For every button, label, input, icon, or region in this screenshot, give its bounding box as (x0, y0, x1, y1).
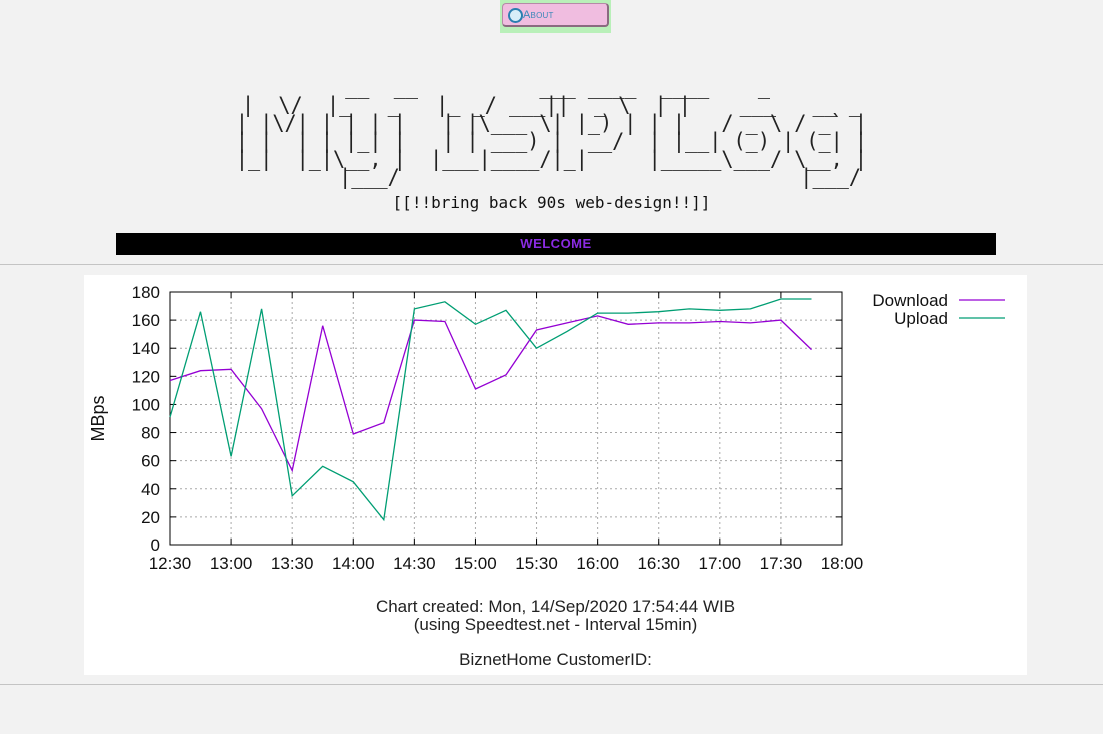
y-tick-label: 140 (132, 339, 160, 358)
plot-frame (169, 291, 843, 546)
x-tick-label: 14:00 (332, 554, 375, 573)
y-tick-label: 60 (141, 452, 160, 471)
y-tick-label: 0 (151, 536, 160, 555)
y-tick-label: 20 (141, 508, 160, 527)
about-button-container: About (500, 0, 611, 33)
x-tick-label: 17:30 (760, 554, 803, 573)
y-axis-label: MBps (88, 395, 108, 441)
customer-id-caption: BiznetHome CustomerID: (459, 650, 652, 669)
x-tick-label: 14:30 (393, 554, 436, 573)
x-tick-label: 15:30 (515, 554, 558, 573)
x-tick-label: 17:00 (699, 554, 742, 573)
about-button[interactable]: About (502, 3, 609, 27)
chart-panel: 0 20 40 60 80 100 120 140 160 180 12:30 13:00 13:30 1… (84, 275, 1027, 675)
radio-circle-icon (508, 8, 523, 23)
x-tick-label: 13:00 (210, 554, 253, 573)
site-logo-ascii-art: __ __ ___ ____ ____ _ | \/ |_ _ |_ _/ __… (235, 75, 868, 189)
x-tick-label: 12:30 (149, 554, 192, 573)
x-tick-label: 16:00 (576, 554, 619, 573)
speed-chart: 0 20 40 60 80 100 120 140 160 180 12:30 13:00 13:30 1… (88, 283, 1005, 573)
site-tagline: [[!!bring back 90s web-design!!]] (392, 193, 711, 212)
y-tick-label: 80 (141, 424, 160, 443)
chart-method-caption: (using Speedtest.net - Interval 15min) (413, 615, 698, 634)
welcome-banner: WELCOME (116, 233, 996, 255)
x-tick-label: 18:00 (821, 554, 864, 573)
legend-label-upload: Upload (894, 309, 948, 328)
x-tick-label: 16:30 (637, 554, 680, 573)
legend-label-download: Download (872, 291, 948, 310)
y-tick-label: 120 (132, 367, 160, 386)
chart-created-caption: Chart created: Mon, 14/Sep/2020 17:54:44… (375, 597, 736, 616)
y-tick-label: 160 (132, 311, 160, 330)
divider-top (0, 264, 1103, 265)
y-tick-label: 100 (132, 395, 160, 414)
about-button-label: About (523, 9, 554, 21)
x-tick-label: 13:30 (271, 554, 314, 573)
x-tick-label: 15:00 (454, 554, 497, 573)
divider-bottom (0, 684, 1103, 685)
y-tick-label: 40 (141, 480, 160, 499)
y-tick-label: 180 (132, 283, 160, 302)
series-line-upload (169, 298, 812, 522)
